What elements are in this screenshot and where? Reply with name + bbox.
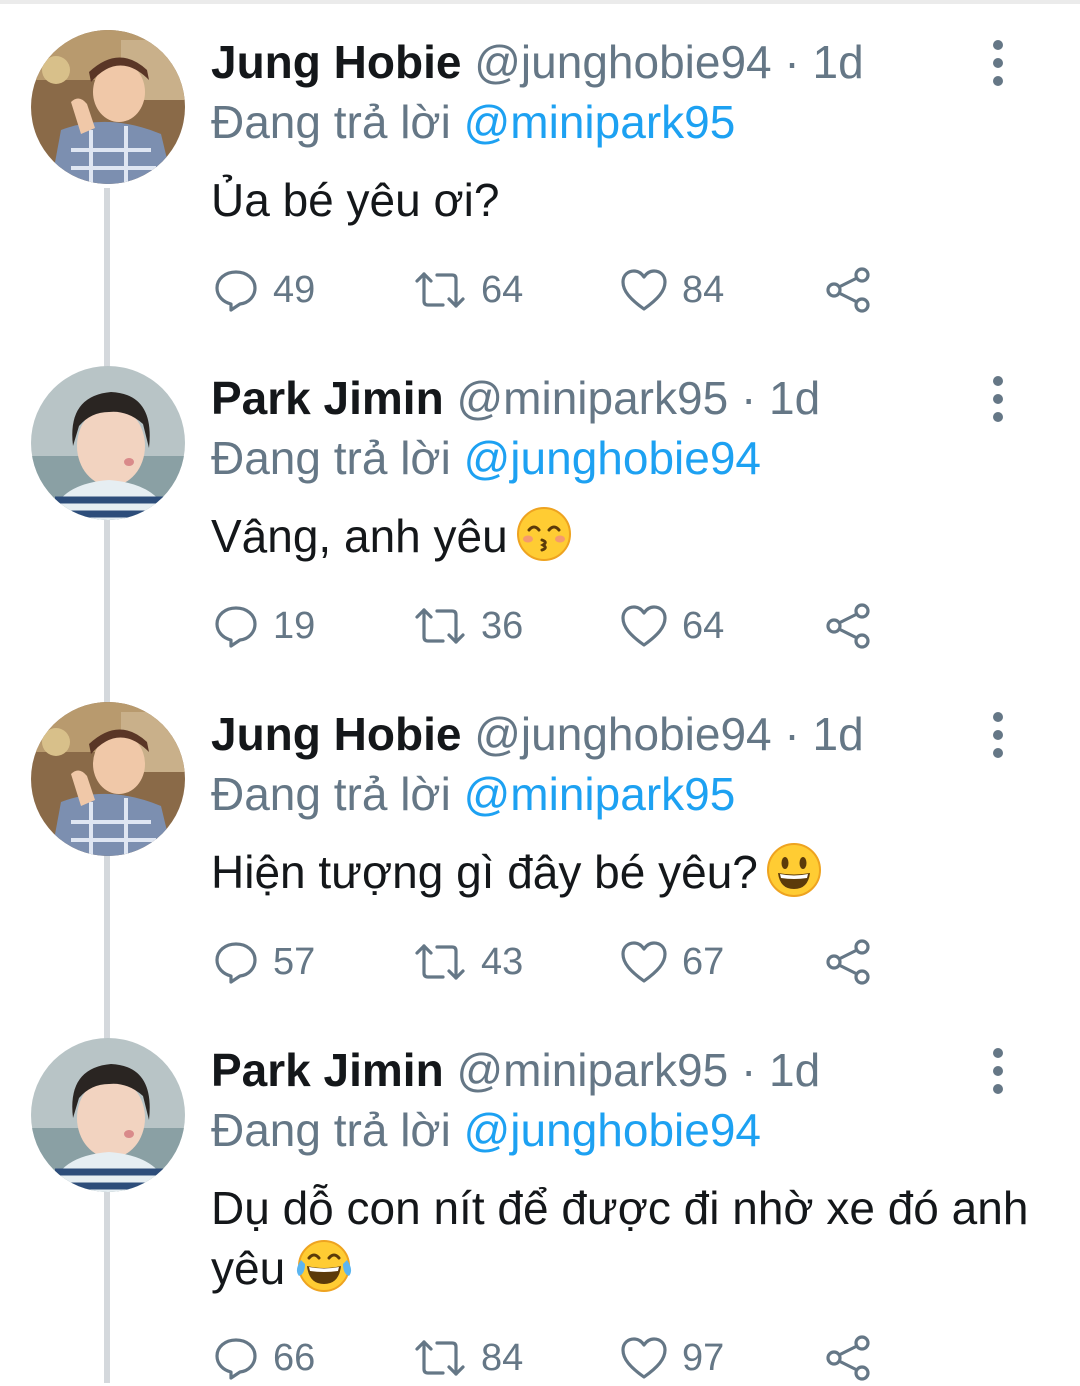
display-name[interactable]: Jung Hobie <box>211 708 461 760</box>
user-handle[interactable]: @junghobie94 <box>474 36 771 88</box>
retweet-count: 36 <box>481 604 524 647</box>
speech-bubble-icon <box>215 942 257 984</box>
retweet-count: 84 <box>481 1336 524 1379</box>
user-handle[interactable]: @minipark95 <box>456 372 728 424</box>
display-name[interactable]: Jung Hobie <box>211 36 461 88</box>
retweet-icon <box>415 944 465 980</box>
retweet-icon <box>415 608 465 644</box>
tweet-actions: 57 43 67 <box>0 934 1080 990</box>
tweet-actions: 49 64 84 <box>0 262 1080 318</box>
reply-context: Đang trả lời @minipark95 <box>211 94 735 150</box>
tweet-text-content: Hiện tượng gì đây bé yêu? <box>211 846 758 898</box>
reply-mention[interactable]: @junghobie94 <box>464 432 761 484</box>
vertical-ellipsis-icon[interactable] <box>986 376 1010 422</box>
reply-count: 57 <box>273 940 316 983</box>
reply-button[interactable]: 66 <box>213 1330 315 1386</box>
share-icon <box>826 267 870 313</box>
reply-prefix: Đang trả lời <box>211 768 451 820</box>
vertical-ellipsis-icon[interactable] <box>986 712 1010 758</box>
heart-icon <box>621 269 667 311</box>
share-icon <box>826 603 870 649</box>
reply-context: Đang trả lời @junghobie94 <box>211 430 761 486</box>
reply-prefix: Đang trả lời <box>211 432 451 484</box>
share-icon <box>826 1335 870 1381</box>
retweet-button[interactable]: 43 <box>413 934 523 990</box>
avatar-jung-hobie <box>31 702 185 856</box>
display-name[interactable]: Park Jimin <box>211 372 444 424</box>
reply-count: 49 <box>273 268 316 311</box>
reply-context: Đang trả lời @junghobie94 <box>211 1102 761 1158</box>
reply-mention[interactable]: @minipark95 <box>464 96 736 148</box>
speech-bubble-icon <box>215 1338 257 1380</box>
tweet-text: Hiện tượng gì đây bé yêu? <box>211 842 1031 912</box>
top-divider <box>0 0 1080 4</box>
tweet-header: Jung Hobie @junghobie94 · 1d <box>211 34 864 90</box>
like-count: 64 <box>682 604 725 647</box>
tweet-header: Park Jimin @minipark95 · 1d <box>211 370 820 426</box>
tweet-header: Jung Hobie @junghobie94 · 1d <box>211 706 864 762</box>
reply-mention[interactable]: @junghobie94 <box>464 1104 761 1156</box>
tweet-text: Dụ dỗ con nít để được đi nhờ xe đó anh y… <box>211 1178 1031 1308</box>
tweet-actions: 66 84 97 <box>0 1330 1080 1386</box>
display-name[interactable]: Park Jimin <box>211 1044 444 1096</box>
share-button[interactable] <box>824 934 874 990</box>
tweet-time[interactable]: · 1d <box>741 1044 820 1096</box>
like-count: 67 <box>682 940 725 983</box>
heart-icon <box>621 605 667 647</box>
tweet-text: Vâng, anh yêu <box>211 506 1031 576</box>
tweet-header: Park Jimin @minipark95 · 1d <box>211 1042 820 1098</box>
avatar[interactable] <box>31 366 185 520</box>
speech-bubble-icon <box>215 606 257 648</box>
user-handle[interactable]: @minipark95 <box>456 1044 728 1096</box>
heart-icon <box>621 1337 667 1379</box>
tweet-text: Ủa bé yêu ơi? <box>211 170 1031 230</box>
reply-count: 19 <box>273 604 316 647</box>
tweet-time[interactable]: · 1d <box>741 372 820 424</box>
reply-count: 66 <box>273 1336 316 1379</box>
face-with-tears-of-joy-icon <box>293 1238 355 1308</box>
tweet-text-content: Vâng, anh yêu <box>211 510 508 562</box>
user-handle[interactable]: @junghobie94 <box>474 708 771 760</box>
like-button[interactable]: 97 <box>620 1330 724 1386</box>
avatar-jung-hobie <box>31 30 185 184</box>
retweet-count: 43 <box>481 940 524 983</box>
vertical-ellipsis-icon[interactable] <box>986 1048 1010 1094</box>
tweet-text-content: Ủa bé yêu ơi? <box>211 174 500 226</box>
tweet-actions: 19 36 64 <box>0 598 1080 654</box>
reply-mention[interactable]: @minipark95 <box>464 768 736 820</box>
reply-context: Đang trả lời @minipark95 <box>211 766 735 822</box>
reply-prefix: Đang trả lời <box>211 96 451 148</box>
grinning-face-icon <box>766 842 822 912</box>
reply-prefix: Đang trả lời <box>211 1104 451 1156</box>
share-button[interactable] <box>824 598 874 654</box>
avatar-park-jimin <box>31 1038 185 1192</box>
like-button[interactable]: 84 <box>620 262 724 318</box>
retweet-button[interactable]: 64 <box>413 262 523 318</box>
avatar-park-jimin <box>31 366 185 520</box>
reply-button[interactable]: 49 <box>213 262 315 318</box>
reply-button[interactable]: 57 <box>213 934 315 990</box>
speech-bubble-icon <box>215 270 257 312</box>
share-button[interactable] <box>824 262 874 318</box>
retweet-button[interactable]: 84 <box>413 1330 523 1386</box>
avatar[interactable] <box>31 1038 185 1192</box>
tweet-time[interactable]: · 1d <box>784 708 863 760</box>
retweet-icon <box>415 1340 465 1376</box>
retweet-count: 64 <box>481 268 524 311</box>
avatar[interactable] <box>31 30 185 184</box>
like-button[interactable]: 67 <box>620 934 724 990</box>
heart-icon <box>621 941 667 983</box>
share-icon <box>826 939 870 985</box>
share-button[interactable] <box>824 1330 874 1386</box>
avatar[interactable] <box>31 702 185 856</box>
like-count: 84 <box>682 268 725 311</box>
retweet-button[interactable]: 36 <box>413 598 523 654</box>
like-count: 97 <box>682 1336 725 1379</box>
retweet-icon <box>415 272 465 308</box>
vertical-ellipsis-icon[interactable] <box>986 40 1010 86</box>
kissing-face-with-smiling-eyes-icon <box>516 506 572 576</box>
like-button[interactable]: 64 <box>620 598 724 654</box>
reply-button[interactable]: 19 <box>213 598 315 654</box>
tweet-time[interactable]: · 1d <box>784 36 863 88</box>
